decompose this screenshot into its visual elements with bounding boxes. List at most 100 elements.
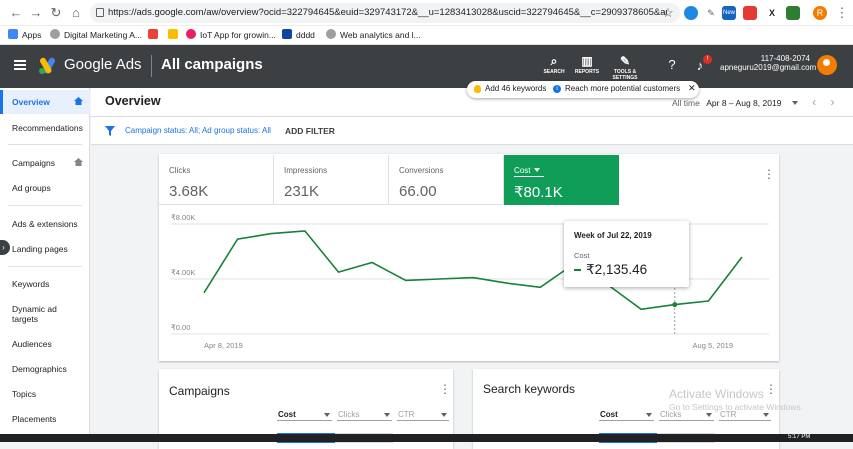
metric-cost[interactable]: Cost ₹80.1K <box>504 155 619 205</box>
sidebar-item-overview[interactable]: Overview <box>12 97 50 107</box>
tools-settings-button[interactable]: ✎ TOOLS & SETTINGS <box>608 53 642 81</box>
campaign-status-filter[interactable]: Campaign status: All <box>125 126 198 135</box>
metric-underline <box>514 176 544 177</box>
chevron-down-icon <box>706 413 712 417</box>
add-keywords-suggestion[interactable]: Add 46 keywords <box>485 84 546 93</box>
close-icon[interactable]: ✕ <box>688 83 696 94</box>
metric-impressions[interactable]: Impressions 231K <box>274 155 389 205</box>
column-selector[interactable]: CTR <box>397 408 449 421</box>
home-icon <box>74 158 83 166</box>
reports-button[interactable]: ▥ REPORTS <box>570 53 604 75</box>
extension-new-icon[interactable]: New <box>722 6 736 20</box>
reach-customers-suggestion[interactable]: Reach more potential customers <box>565 84 680 93</box>
ads-header: Google Ads All campaigns ⌕ SEARCH ▥ REPORT… <box>0 45 853 88</box>
legend-swatch <box>574 269 581 271</box>
menu-icon[interactable] <box>14 60 26 70</box>
lock-icon <box>96 8 104 17</box>
x-tick-label: Apr 8, 2019 <box>204 341 243 350</box>
chevron-down-icon <box>534 168 540 172</box>
more-options-icon[interactable]: ⋮ <box>439 383 451 395</box>
reload-icon[interactable]: ↻ <box>48 5 64 21</box>
bookmark-item[interactable] <box>168 29 182 40</box>
performance-card: Clicks 3.68K Impressions 231K Conversion… <box>159 154 779 361</box>
date-range-selector[interactable]: All time Apr 8 – Aug 8, 2019 ‹ › <box>672 95 835 109</box>
column-header: CTR <box>398 410 415 419</box>
taskbar-clock: 5:17 PM <box>788 434 811 440</box>
n-icon <box>282 29 292 39</box>
star-icon[interactable]: ☆ <box>660 5 676 21</box>
column-header: Clicks <box>338 410 360 419</box>
bookmark-label: IoT App for growin... <box>200 30 276 40</box>
eyedropper-icon[interactable]: ✎ <box>704 6 718 20</box>
browser-menu-icon[interactable]: ⋮ <box>834 5 850 21</box>
prev-period-icon[interactable]: ‹ <box>812 95 816 109</box>
account-info[interactable]: 117-408-2074 apneguru2019@gmail.com <box>720 54 816 72</box>
tools-label: TOOLS & SETTINGS <box>612 69 638 81</box>
collapse-sidebar-icon[interactable]: › <box>0 240 10 255</box>
bookmark-item[interactable]: IoT App for growin... <box>186 29 276 40</box>
windows-watermark-sub: Go to Settings to activate Windows. <box>669 402 804 412</box>
sidebar-item-audiences[interactable]: Audiences <box>12 339 52 349</box>
home-icon <box>74 97 83 105</box>
extension-icon[interactable] <box>743 6 757 20</box>
x-tick-label: Aug 5, 2019 <box>693 341 733 350</box>
help-icon[interactable]: ? <box>664 57 680 73</box>
chevron-down-icon <box>441 413 447 417</box>
tooltip-week: Week of Jul 22, 2019 <box>574 231 652 240</box>
bookmark-item[interactable] <box>148 29 162 40</box>
more-options-icon[interactable]: ⋮ <box>763 168 775 180</box>
extension-icon[interactable] <box>786 6 800 20</box>
card-title: Campaigns <box>169 384 230 398</box>
sidebar-item-landing-pages[interactable]: Landing pages <box>12 244 68 254</box>
chevron-down-icon <box>384 413 390 417</box>
date-range-value: Apr 8 – Aug 8, 2019 <box>706 98 782 108</box>
search-button[interactable]: ⌕ SEARCH <box>537 53 571 75</box>
sidebar-item-campaigns[interactable]: Campaigns <box>12 158 55 168</box>
column-selector[interactable]: Clicks <box>337 408 392 421</box>
profile-avatar[interactable]: R <box>813 6 827 20</box>
ad-group-status-filter[interactable]: Ad group status: All <box>202 126 271 135</box>
sidebar-item-ads-extensions[interactable]: Ads & extensions <box>12 219 78 229</box>
avatar[interactable] <box>817 55 837 75</box>
bookmark-item[interactable]: Web analytics and l... <box>326 29 421 40</box>
tooltip-metric: Cost <box>574 251 590 260</box>
add-filter-button[interactable]: ADD FILTER <box>285 126 335 136</box>
bookmark-apps[interactable]: Apps <box>8 29 41 40</box>
address-bar[interactable]: https://ads.google.com/aw/overview?ocid=… <box>90 3 680 23</box>
account-id: 117-408-2074 <box>760 54 810 63</box>
google-icon <box>148 29 158 39</box>
home-icon[interactable]: ⌂ <box>68 5 84 21</box>
sidebar-item-keywords[interactable]: Keywords <box>12 279 49 289</box>
next-period-icon[interactable]: › <box>831 95 835 109</box>
google-ads-logo <box>39 57 55 74</box>
bookmark-item[interactable]: Digital Marketing A... <box>50 29 142 40</box>
metric-clicks[interactable]: Clicks 3.68K <box>159 155 274 205</box>
sidebar-item-placements[interactable]: Placements <box>12 414 56 424</box>
more-options-icon[interactable]: ⋮ <box>765 383 777 395</box>
sidebar-item-dynamic-ad-targets[interactable]: Dynamic ad targets <box>12 304 72 324</box>
reports-label: REPORTS <box>574 69 600 75</box>
sidebar-item-demographics[interactable]: Demographics <box>12 364 67 374</box>
bookmark-item[interactable]: dddd <box>282 29 315 40</box>
lightbulb-icon <box>474 85 481 93</box>
x-extension-icon[interactable]: X <box>765 6 779 20</box>
chevron-down-icon <box>791 101 798 105</box>
column-selector[interactable]: Cost <box>599 408 654 421</box>
sidebar-item-recommendations[interactable]: Recommendations <box>12 123 83 133</box>
sidebar-divider <box>8 205 82 206</box>
column-selector[interactable]: Cost <box>277 408 332 421</box>
sidebar-item-topics[interactable]: Topics <box>12 389 36 399</box>
filter-icon[interactable] <box>105 126 115 136</box>
filter-chips[interactable]: Campaign status: All; Ad group status: A… <box>125 126 271 135</box>
bookmarks-bar: Apps Digital Marketing A... IoT App for … <box>0 26 853 45</box>
sidebar-divider <box>8 144 82 145</box>
apps-icon <box>8 29 18 39</box>
metric-label: Conversions <box>399 166 444 175</box>
extension-icon[interactable] <box>684 6 698 20</box>
sidebar-item-ad-groups[interactable]: Ad groups <box>12 183 51 193</box>
back-icon[interactable]: ← <box>8 5 24 21</box>
forward-icon[interactable]: → <box>28 5 44 21</box>
metric-conversions[interactable]: Conversions 66.00 <box>389 155 504 205</box>
y-tick-label: ₹8.00K <box>171 213 195 222</box>
search-label: SEARCH <box>543 69 565 75</box>
